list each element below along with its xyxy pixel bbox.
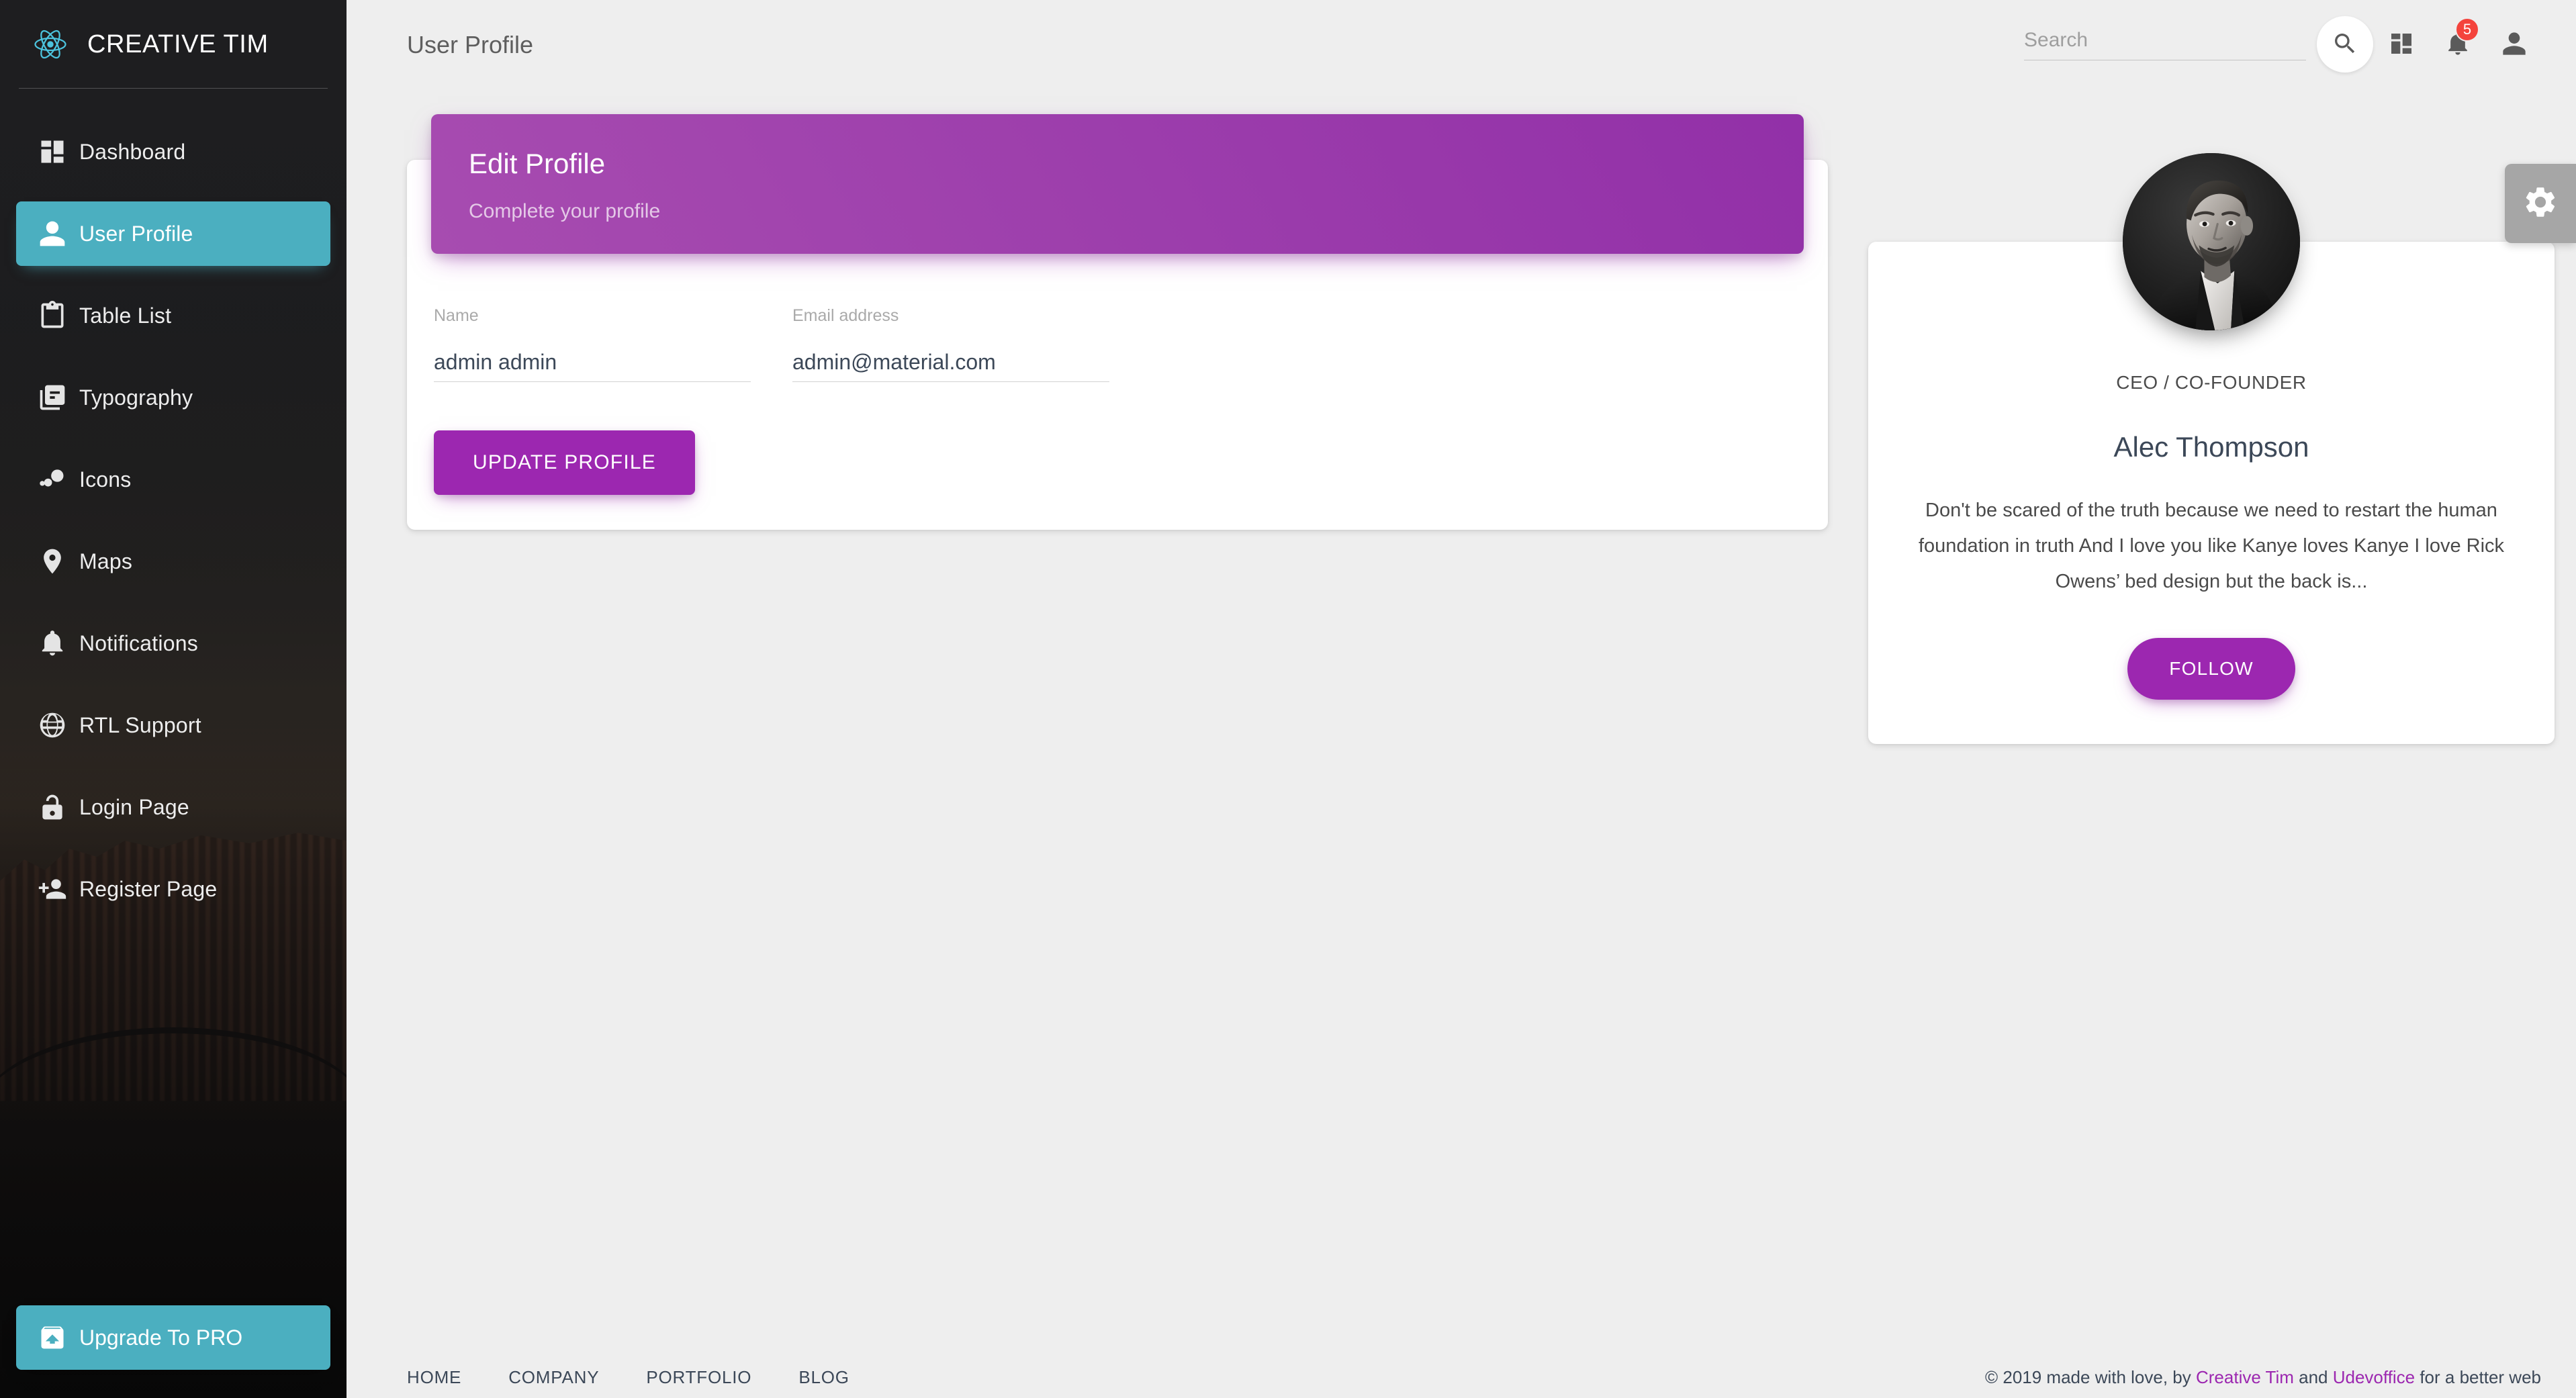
settings-panel-toggle[interactable] [2505,164,2576,243]
sidebar-item-rtl-support[interactable]: RTL Support [16,693,330,757]
follow-button[interactable]: FOLLOW [2127,638,2295,700]
lock-icon [38,792,79,822]
brand[interactable]: CREATIVE TIM [0,0,347,89]
footer-link-blog[interactable]: BLOG [798,1367,849,1388]
copyright: © 2019 made with love, by Creative Tim a… [1985,1367,2541,1388]
sidebar-item-label: Icons [79,467,131,492]
navbar-actions: 5 [2024,16,2542,73]
brand-name: CREATIVE TIM [87,30,269,59]
footer-link-home[interactable]: HOME [407,1367,461,1388]
dashboard-button[interactable] [2373,16,2430,73]
sidebar-item-register-page[interactable]: Register Page [16,857,330,921]
sidebar-item-typography[interactable]: Typography [16,365,330,430]
search-input[interactable] [2024,20,2306,60]
sidebar-item-label: Notifications [79,631,198,656]
profile-name: Alec Thompson [1908,431,2514,463]
bell-icon [38,628,79,658]
sidebar-item-table-list[interactable]: Table List [16,283,330,348]
globe-icon [38,710,79,740]
app-root: CREATIVE TIM Dashboard User Profile [0,0,2576,1398]
sidebar-item-notifications[interactable]: Notifications [16,611,330,675]
upgrade-to-pro-label: Upgrade To PRO [79,1325,242,1350]
portrait-photo [2123,153,2300,330]
name-input[interactable] [434,343,751,382]
creative-tim-link[interactable]: Creative Tim [2196,1367,2294,1387]
account-button[interactable] [2486,16,2542,73]
edit-profile-form: Name Email address [407,254,1828,382]
sidebar-item-label: RTL Support [79,713,201,738]
top-navbar: User Profile 5 [347,0,2576,94]
main-content: Edit Profile Complete your profile Name … [347,94,2576,1356]
person-icon [38,219,79,248]
footer-link-company[interactable]: COMPANY [508,1367,599,1388]
email-field-group: Email address [792,306,1109,382]
content-grid: Edit Profile Complete your profile Name … [407,114,2529,744]
dashboard-grid-icon [38,137,79,167]
name-label: Name [434,306,751,326]
edit-profile-card: Edit Profile Complete your profile Name … [407,160,1828,530]
edit-profile-subtitle: Complete your profile [469,200,1766,223]
avatar [2123,153,2300,330]
brand-divider [19,88,328,89]
bubble-chart-icon [38,465,79,494]
sidebar-menu: Dashboard User Profile Table List [0,89,347,921]
person-add-icon [38,874,79,904]
library-books-icon [38,383,79,412]
gear-icon [2522,184,2559,224]
search-field [2024,20,2306,68]
react-atom-icon [32,26,68,62]
sidebar-item-label: Maps [79,549,132,574]
footer: HOME COMPANY PORTFOLIO BLOG © 2019 made … [347,1356,2576,1398]
content-paste-icon [38,301,79,330]
copyright-prefix: © 2019 made with love, by [1985,1367,2196,1387]
search-button[interactable] [2317,16,2373,73]
edit-profile-card-header: Edit Profile Complete your profile [431,114,1804,254]
sidebar-item-label: Table List [79,304,171,328]
sidebar-item-maps[interactable]: Maps [16,529,330,594]
location-pin-icon [38,547,79,576]
sidebar-item-label: Login Page [79,795,189,820]
email-input[interactable] [792,343,1109,382]
update-profile-button[interactable]: UPDATE PROFILE [434,430,695,495]
sidebar-item-icons[interactable]: Icons [16,447,330,512]
edit-profile-title: Edit Profile [469,148,1766,180]
upgrade-to-pro-button[interactable]: Upgrade To PRO [16,1305,330,1370]
sidebar-item-login-page[interactable]: Login Page [16,775,330,839]
sidebar-item-label: Register Page [79,877,217,902]
person-icon [2501,30,2528,59]
sidebar-item-label: User Profile [79,222,193,246]
profile-description: Don't be scared of the truth because we … [1908,493,2514,599]
name-field-group: Name [434,306,751,382]
email-label: Email address [792,306,1109,326]
sidebar-item-dashboard[interactable]: Dashboard [16,120,330,184]
footer-link-portfolio[interactable]: PORTFOLIO [646,1367,751,1388]
unarchive-icon [38,1323,79,1352]
notifications-button[interactable]: 5 [2430,16,2486,73]
notifications-badge: 5 [2455,17,2479,42]
sidebar: CREATIVE TIM Dashboard User Profile [0,0,347,1398]
page-title: User Profile [407,31,533,59]
profile-card: CEO / CO-FOUNDER Alec Thompson Don't be … [1868,242,2555,744]
sidebar-item-label: Typography [79,385,193,410]
footer-links: HOME COMPANY PORTFOLIO BLOG [407,1367,849,1388]
copyright-middle: and [2294,1367,2333,1387]
sidebar-item-label: Dashboard [79,140,185,165]
search-icon [2332,30,2358,59]
udevoffice-link[interactable]: Udevoffice [2333,1367,2415,1387]
sidebar-item-user-profile[interactable]: User Profile [16,201,330,266]
copyright-suffix: for a better web [2415,1367,2541,1387]
dashboard-grid-icon [2388,30,2415,59]
